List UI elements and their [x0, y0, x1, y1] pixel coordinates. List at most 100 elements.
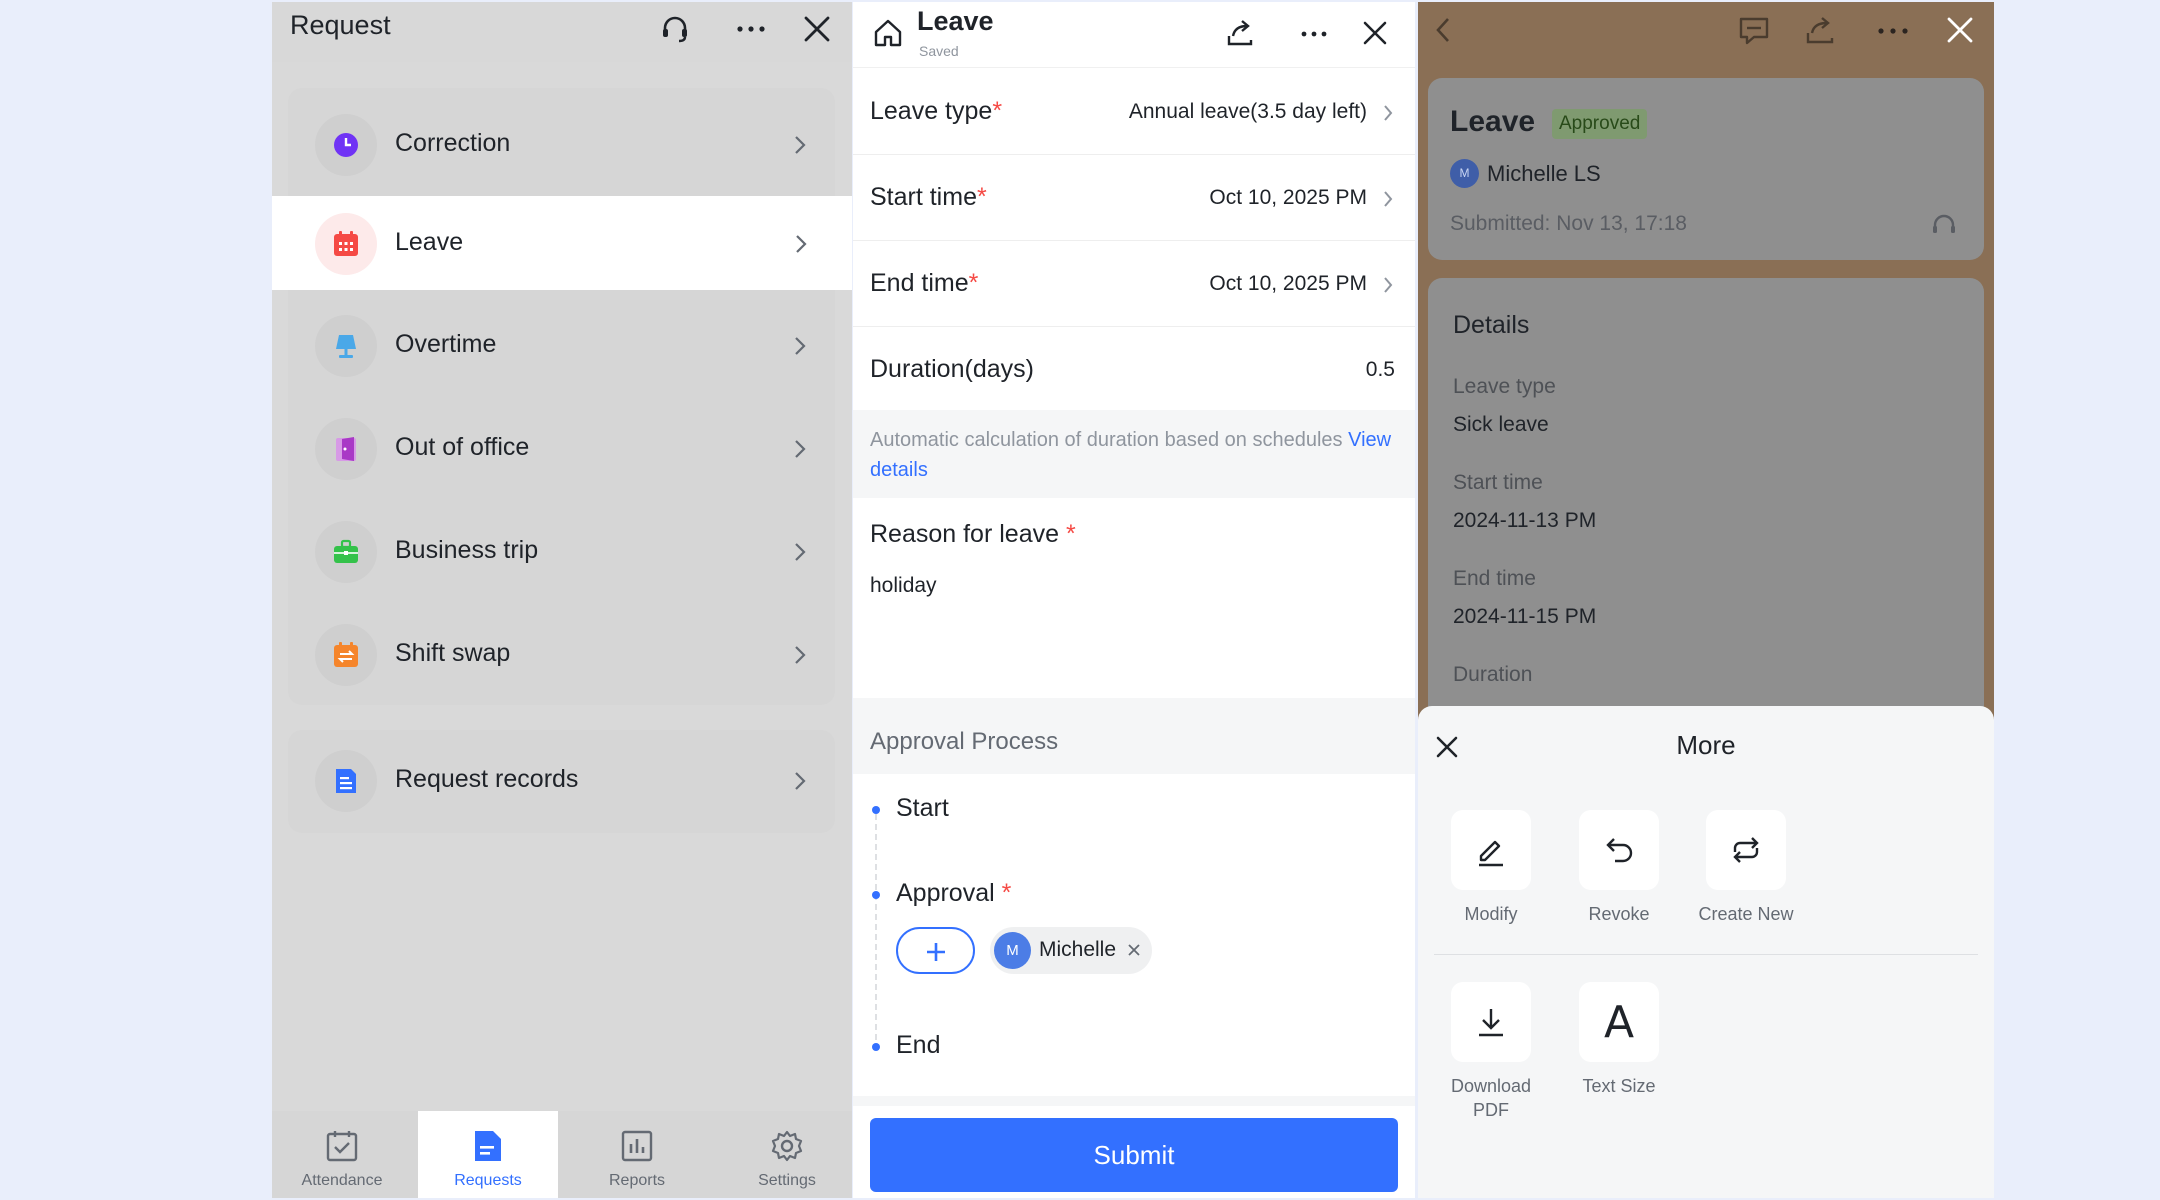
swap-icon [315, 624, 377, 686]
share-icon[interactable] [1804, 14, 1836, 46]
request-records-card: Request records [288, 730, 835, 833]
bottom-tab-bar: Attendance Requests Reports Settings [272, 1111, 852, 1198]
more-icon[interactable] [1299, 18, 1329, 48]
plus-icon [927, 943, 945, 961]
sheet-title: More [1676, 730, 1736, 760]
detail-title: Leave [1450, 105, 1536, 138]
requester-name: Michelle LS [1487, 161, 1601, 186]
submitted-time: Submitted: Nov 13, 17:18 [1450, 212, 1687, 235]
hint-text: Automatic calculation of duration based … [870, 429, 1343, 451]
menu-item-request-records[interactable]: Request records [288, 733, 835, 831]
calendar-icon [315, 213, 377, 275]
more-icon[interactable] [734, 12, 768, 46]
remove-approver-icon[interactable] [1126, 942, 1142, 958]
close-icon[interactable] [1944, 14, 1976, 46]
end-time-field[interactable]: End time* Oct 10, 2025 PM [853, 241, 1415, 327]
download-pdf-button[interactable]: Download PDF [1436, 982, 1546, 1122]
leave-detail-panel: Leave Approved M Michelle LS Submitted: … [1418, 2, 1994, 1198]
tab-label: Settings [758, 1172, 816, 1189]
gear-icon [771, 1130, 803, 1162]
revoke-button[interactable]: Revoke [1564, 810, 1674, 926]
reason-input[interactable]: holiday [870, 574, 937, 598]
required-mark: * [968, 269, 979, 297]
undo-icon [1606, 838, 1633, 863]
divider [1434, 954, 1978, 955]
tab-label: Attendance [301, 1172, 383, 1189]
page-title: Leave [917, 6, 994, 36]
submit-button[interactable]: Submit [870, 1118, 1398, 1192]
tab-reports[interactable]: Reports [567, 1111, 707, 1198]
page-title: Request [290, 10, 391, 40]
action-icon-box [1451, 982, 1531, 1062]
menu-item-correction[interactable]: Correction [288, 97, 835, 195]
field-value: Oct 10, 2025 PM [1209, 186, 1367, 209]
chevron-right-icon [793, 541, 807, 563]
required-mark: * [1001, 879, 1012, 907]
field-label: Duration(days) [870, 355, 1034, 383]
field-value: 0.5 [1365, 358, 1395, 381]
tab-requests[interactable]: Requests [418, 1111, 558, 1198]
chevron-right-icon [793, 438, 807, 460]
action-label: Text Size [1582, 1076, 1656, 1096]
tab-label: Requests [454, 1172, 522, 1189]
share-icon[interactable] [1225, 18, 1255, 48]
step-dot [872, 806, 880, 814]
detail-header [1418, 2, 1994, 62]
approver-chip[interactable]: M Michelle [990, 927, 1152, 974]
menu-item-overtime[interactable]: Overtime [288, 298, 835, 396]
close-icon[interactable] [800, 12, 834, 46]
field-label-text: End time [870, 269, 969, 297]
home-icon[interactable] [873, 18, 903, 48]
step-dot [872, 891, 880, 899]
leave-form-panel: Leave Saved Leave type* Annual leave(3.5… [853, 2, 1415, 1198]
request-panel: Request Correction Leave Overtime Out of… [272, 2, 852, 1198]
field-label-text: Start time [870, 183, 977, 211]
headset-icon[interactable] [658, 12, 692, 46]
field-label: Start time* [870, 183, 987, 212]
text-size-icon: A [1579, 982, 1659, 1062]
clock-icon [315, 114, 377, 176]
menu-item-label: Leave [395, 228, 464, 256]
duration-field: Duration(days) 0.5 [853, 327, 1415, 413]
tab-label: Reports [608, 1172, 666, 1189]
comment-icon[interactable] [1738, 16, 1770, 46]
modify-button[interactable]: Modify [1436, 810, 1546, 926]
text-size-button[interactable]: A Text Size [1564, 982, 1674, 1098]
action-icon-box [1579, 810, 1659, 890]
close-icon[interactable] [1361, 19, 1389, 47]
menu-item-business-trip[interactable]: Business trip [288, 504, 835, 602]
chevron-right-icon [793, 134, 807, 156]
add-approver-button[interactable] [896, 927, 975, 974]
pencil-icon [1479, 840, 1503, 867]
step-end: End [896, 1031, 941, 1059]
status-badge: Approved [1552, 109, 1648, 139]
create-new-button[interactable]: Create New [1691, 810, 1801, 926]
menu-item-label: Request records [395, 765, 579, 793]
start-time-field[interactable]: Start time* Oct 10, 2025 PM [853, 155, 1415, 241]
reason-label-text: Reason for leave [870, 520, 1060, 548]
more-icon[interactable] [1876, 16, 1910, 46]
step-approval: Approval * [896, 879, 1011, 908]
menu-item-out-of-office[interactable]: Out of office [288, 401, 835, 499]
menu-item-shift-swap[interactable]: Shift swap [288, 607, 835, 705]
menu-item-leave[interactable]: Leave [272, 196, 852, 290]
detail-label: End time [1453, 567, 1536, 590]
divider [853, 1096, 1415, 1106]
tab-settings[interactable]: Settings [717, 1111, 852, 1198]
bar-chart-icon [621, 1130, 653, 1162]
action-label: Modify [1464, 904, 1518, 924]
leave-type-field[interactable]: Leave type* Annual leave(3.5 day left) [853, 69, 1415, 155]
lamp-icon [315, 315, 377, 377]
back-icon[interactable] [1432, 16, 1454, 44]
document-icon [315, 750, 377, 812]
refresh-icon [1733, 837, 1759, 863]
tab-attendance[interactable]: Attendance [272, 1111, 412, 1198]
detail-value: 2024-11-15 PM [1453, 605, 1597, 628]
chevron-right-icon [1383, 190, 1393, 208]
action-label: Revoke [1588, 904, 1650, 924]
required-mark: * [992, 97, 1003, 125]
request-header: Request [272, 2, 852, 62]
step-dot [872, 1043, 880, 1051]
action-label: Download PDF [1450, 1076, 1532, 1120]
headset-icon[interactable] [1930, 212, 1958, 240]
